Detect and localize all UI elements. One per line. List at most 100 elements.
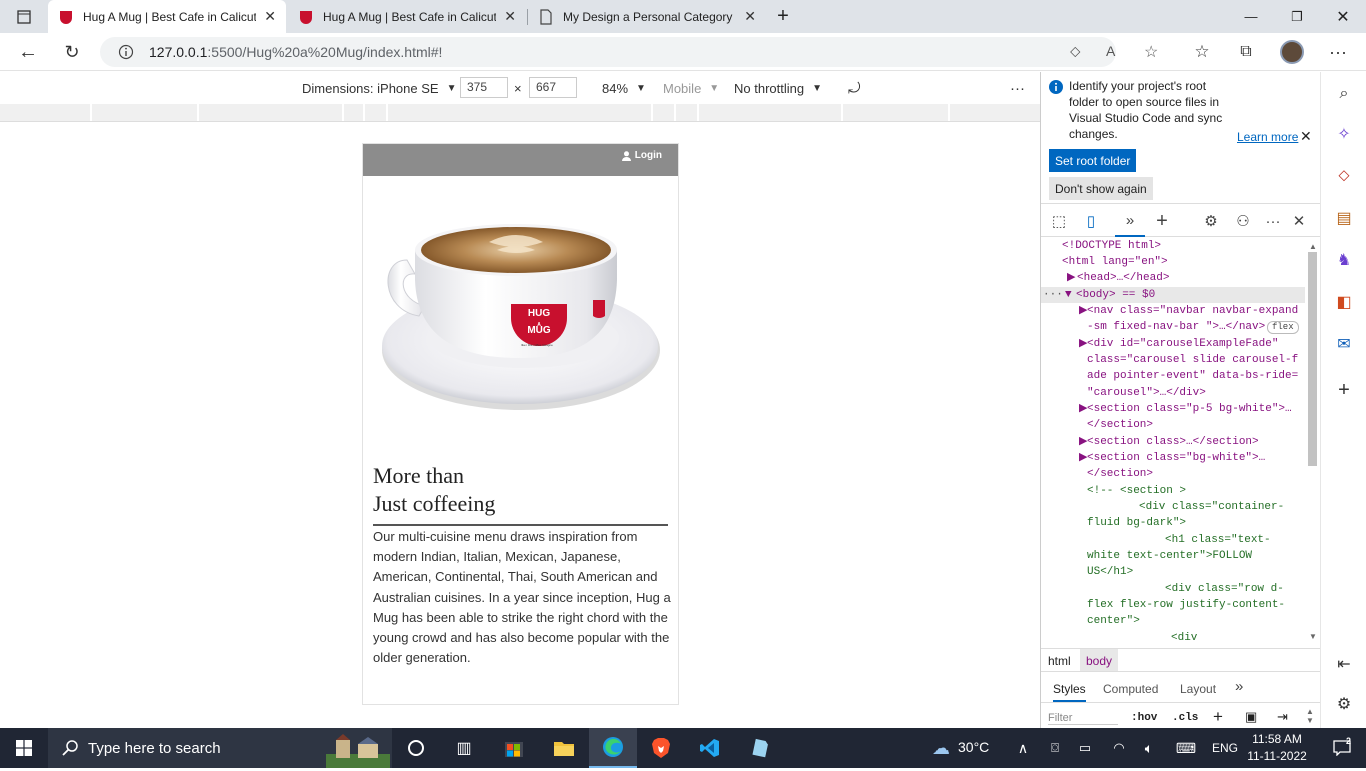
- dom-comment-line[interactable]: white text-center">FOLLOW: [1087, 548, 1252, 564]
- sidebar-toggle-icon[interactable]: ⇥: [1277, 709, 1288, 725]
- add-tool-button[interactable]: +: [1147, 205, 1177, 237]
- media-query-segment[interactable]: [843, 104, 950, 121]
- tag-icon[interactable]: ⬦: [1070, 43, 1081, 60]
- dont-show-again-button[interactable]: Don't show again: [1049, 177, 1153, 200]
- throttling-dropdown[interactable]: No throttling ▼: [734, 72, 822, 104]
- dom-tree-scrollbar[interactable]: ▲ ▼: [1307, 242, 1317, 642]
- start-button[interactable]: [0, 728, 48, 768]
- tab-computed[interactable]: Computed: [1103, 682, 1158, 696]
- close-tab-icon[interactable]: ✕: [264, 8, 276, 25]
- more-tabs-icon[interactable]: »: [1235, 678, 1243, 695]
- meet-now-button[interactable]: ⌼: [1040, 728, 1070, 768]
- dom-line[interactable]: <div id="carouselExampleFade": [1087, 336, 1278, 352]
- network-button[interactable]: ◠: [1104, 728, 1134, 768]
- dom-comment-line[interactable]: center">: [1087, 613, 1140, 629]
- dimensions-dropdown[interactable]: Dimensions: iPhone SE ▼: [302, 72, 456, 104]
- dom-line[interactable]: <nav class="navbar navbar-expand: [1087, 303, 1298, 319]
- sidebar-tools-button[interactable]: ▤: [1321, 198, 1366, 238]
- dom-line[interactable]: <section class="p-5 bg-white">…: [1087, 401, 1292, 417]
- scroll-up-icon[interactable]: ▲: [1309, 242, 1317, 251]
- cortana-button[interactable]: [392, 728, 440, 768]
- learn-more-link[interactable]: Learn more: [1237, 130, 1298, 144]
- media-query-segment[interactable]: [0, 104, 92, 121]
- sidebar-discover-button[interactable]: ✧: [1321, 114, 1366, 154]
- dom-line[interactable]: <head>…</head>: [1077, 270, 1169, 286]
- battery-button[interactable]: ▭: [1070, 728, 1100, 768]
- dom-line[interactable]: class="carousel slide carousel-f: [1087, 352, 1298, 368]
- dom-comment-line[interactable]: US</h1>: [1087, 564, 1133, 580]
- media-query-segment[interactable]: [344, 104, 365, 121]
- dom-more-icon[interactable]: ···: [1043, 287, 1063, 303]
- brave-button[interactable]: [637, 728, 685, 768]
- dom-line[interactable]: </section>: [1087, 466, 1153, 482]
- tab-styles[interactable]: Styles: [1053, 682, 1086, 702]
- dom-comment-line[interactable]: fluid bg-dark">: [1087, 515, 1186, 531]
- dom-comment-line[interactable]: <div class="container-: [1139, 499, 1284, 515]
- address-bar[interactable]: 127.0.0.1:5500/Hug%20a%20Mug/index.html#…: [100, 37, 1158, 67]
- tab-layout[interactable]: Layout: [1180, 682, 1216, 696]
- add-favorite-icon[interactable]: ☆: [1144, 42, 1158, 62]
- sidebar-outlook-button[interactable]: ✉: [1321, 324, 1366, 364]
- close-tab-icon[interactable]: ✕: [744, 8, 756, 25]
- inspect-element-button[interactable]: ⬚: [1044, 205, 1074, 237]
- dom-line[interactable]: </section>: [1087, 417, 1153, 433]
- new-tab-button[interactable]: +: [766, 0, 800, 33]
- dom-line[interactable]: <html lang="en">: [1062, 254, 1168, 270]
- zoom-dropdown[interactable]: 84% ▼: [602, 72, 646, 104]
- media-query-segment[interactable]: [950, 104, 1040, 121]
- more-options-button[interactable]: ···: [1010, 72, 1025, 104]
- device-emulation-button[interactable]: ▯: [1076, 205, 1106, 237]
- media-query-segment[interactable]: [199, 104, 344, 121]
- scroll-arrows-icon[interactable]: ▲ ▼: [1306, 707, 1314, 725]
- new-rule-icon[interactable]: +: [1213, 707, 1223, 727]
- paint-icon[interactable]: ▣: [1245, 709, 1257, 725]
- collapse-arrow-icon[interactable]: ▼: [1065, 287, 1072, 303]
- hov-button[interactable]: :hov: [1131, 712, 1157, 724]
- sidebar-games-button[interactable]: ♞: [1321, 240, 1366, 280]
- close-devtools-button[interactable]: ✕: [1284, 205, 1314, 237]
- sidebar-settings-button[interactable]: ⚙: [1321, 684, 1366, 724]
- tab-hug-a-mug-active[interactable]: Hug A Mug | Best Cafe in Calicut ✕: [48, 0, 286, 33]
- tab-my-design[interactable]: My Design a Personal Category F ✕: [528, 0, 766, 33]
- breadcrumb-html[interactable]: html: [1048, 654, 1071, 668]
- weather-temperature[interactable]: 30°C: [958, 739, 989, 755]
- dom-comment-line[interactable]: flex flex-row justify-content-: [1087, 597, 1285, 613]
- vscode-button[interactable]: [686, 728, 734, 768]
- media-query-segment[interactable]: [92, 104, 199, 121]
- dom-comment-line[interactable]: <!-- <section >: [1087, 483, 1186, 499]
- back-button[interactable]: ←: [10, 33, 46, 71]
- sidebar-hide-button[interactable]: ⇤: [1321, 644, 1366, 684]
- dom-line[interactable]: ade pointer-event" data-bs-ride=: [1087, 368, 1298, 384]
- dom-comment-line[interactable]: <h1 class="text-: [1165, 532, 1271, 548]
- dom-comment-line[interactable]: <div class="row d-: [1165, 581, 1284, 597]
- task-view-button[interactable]: ▥: [440, 728, 488, 768]
- edge-taskbar-button[interactable]: [589, 728, 637, 768]
- file-explorer-button[interactable]: [540, 728, 588, 768]
- close-tab-icon[interactable]: ✕: [504, 8, 516, 25]
- dom-line[interactable]: <section class="bg-white">…: [1087, 450, 1265, 466]
- media-query-segment[interactable]: [699, 104, 843, 121]
- weather-widget[interactable]: ☁: [920, 728, 962, 768]
- input-language[interactable]: ENG: [1212, 741, 1238, 755]
- media-query-segment[interactable]: [365, 104, 388, 121]
- notepad-app-button[interactable]: [736, 728, 784, 768]
- settings-more-button[interactable]: ···: [1320, 33, 1356, 71]
- dom-line[interactable]: "carousel">…</div>: [1087, 385, 1206, 401]
- devtools-settings-button[interactable]: ⚙: [1196, 205, 1226, 237]
- flex-badge[interactable]: flex: [1267, 321, 1299, 334]
- filter-input[interactable]: Filter: [1048, 712, 1118, 725]
- media-query-segment[interactable]: [676, 104, 699, 121]
- dom-line-selected[interactable]: <body> == $0: [1076, 287, 1155, 303]
- sidebar-office-button[interactable]: ◧: [1321, 282, 1366, 322]
- dom-line[interactable]: <section class>…</section>: [1087, 434, 1259, 450]
- dom-line[interactable]: -sm fixed-nav-bar ">…</nav>: [1087, 319, 1265, 335]
- microsoft-store-button[interactable]: [490, 728, 538, 768]
- breadcrumb-body[interactable]: body: [1080, 649, 1119, 671]
- scroll-down-icon[interactable]: ▼: [1309, 632, 1317, 641]
- collections-button[interactable]: ⧉: [1228, 33, 1264, 71]
- favorites-button[interactable]: ☆: [1184, 33, 1220, 71]
- clock[interactable]: 11:58 AM 11-11-2022: [1246, 731, 1308, 765]
- volume-button[interactable]: 🔈︎: [1134, 728, 1164, 768]
- login-link[interactable]: Login: [621, 150, 662, 161]
- taskbar-search-box[interactable]: Type here to search: [48, 728, 392, 768]
